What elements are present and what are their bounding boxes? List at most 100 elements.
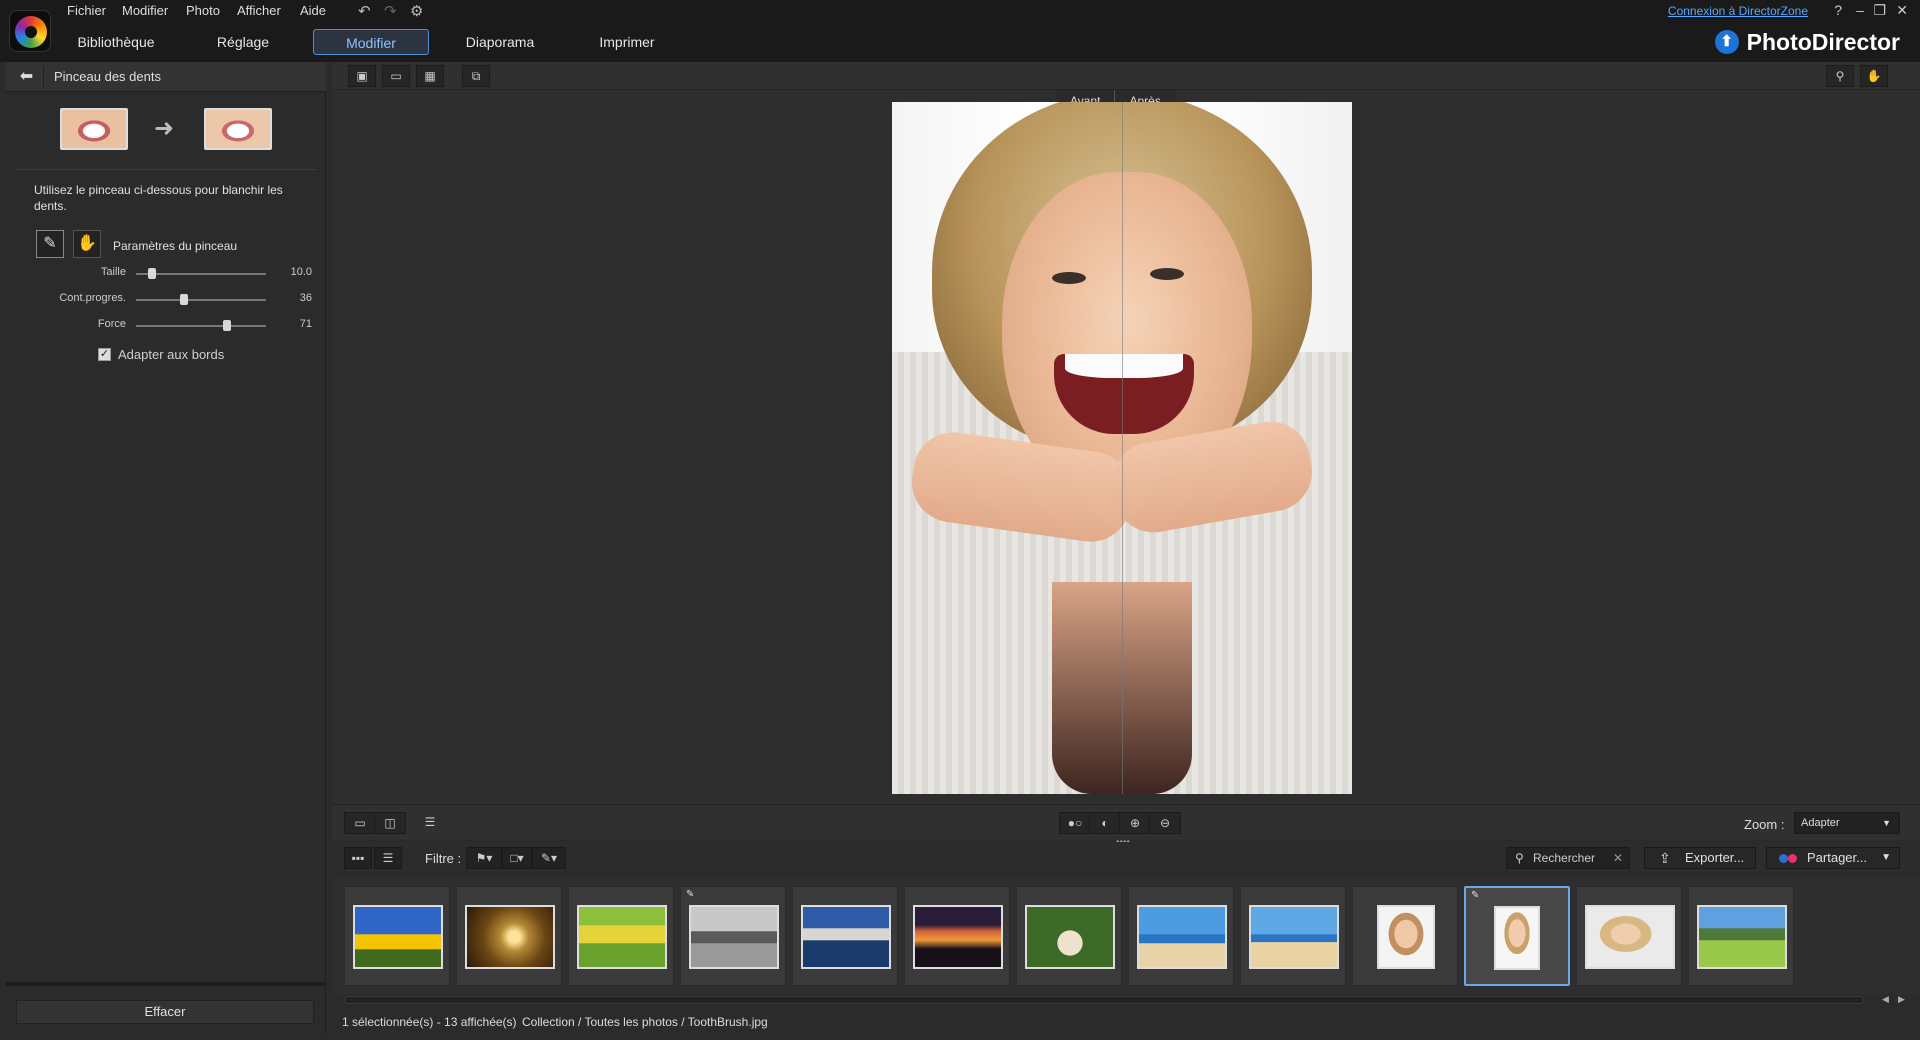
restore-icon[interactable]: ❐ xyxy=(1873,2,1886,19)
brush-icon[interactable]: ✎ xyxy=(36,230,64,258)
eraser-brush-icon[interactable]: ✋ xyxy=(73,230,101,258)
thumbnail-woman-smiling[interactable] xyxy=(1352,886,1458,986)
flag-filter-icon[interactable]: ⚑▾ xyxy=(466,847,502,869)
scroll-left-icon[interactable]: ◀ xyxy=(1882,994,1889,1005)
back-arrow-icon[interactable]: ⬅ xyxy=(10,66,44,88)
edited-photo[interactable] xyxy=(892,102,1352,794)
search-input[interactable]: ⚲ Rechercher ✕ xyxy=(1506,847,1630,869)
thumbnail-image xyxy=(913,905,1003,969)
before-after-side-icon[interactable]: ●○ xyxy=(1059,812,1091,834)
thumbnail-cat[interactable] xyxy=(1016,886,1122,986)
brand-name: PhotoDirector xyxy=(1746,28,1900,55)
menu-afficher[interactable]: Afficher xyxy=(237,3,281,18)
settings-gear-icon[interactable]: ⚙ xyxy=(410,2,423,20)
exporter-button[interactable]: ⇪ Exporter... xyxy=(1644,847,1756,869)
checkbox-label[interactable]: Adapter aux bords xyxy=(118,347,224,362)
search-placeholder: Rechercher xyxy=(1533,851,1596,865)
teeth-after-preview xyxy=(204,108,272,150)
thumbnail-image xyxy=(1585,905,1675,969)
thumbnail-sunflower[interactable] xyxy=(344,886,450,986)
tab-bibliotheque[interactable]: Bibliothèque xyxy=(62,29,170,55)
thumbnail-meadow-landscape[interactable] xyxy=(1688,886,1794,986)
thumbnail-beach-couple[interactable] xyxy=(1128,886,1234,986)
right-eye xyxy=(1150,268,1184,280)
instruction-text: Utilisez le pinceau ci-dessous pour blan… xyxy=(34,183,283,213)
tab-diaporama[interactable]: Diaporama xyxy=(456,29,544,55)
adapter-bords-checkbox[interactable]: ✓ xyxy=(98,348,111,361)
help-icon[interactable]: ? xyxy=(1834,2,1842,18)
slider-value: 71 xyxy=(299,318,312,330)
left-eye xyxy=(1052,272,1086,284)
thumbnail-sunset[interactable] xyxy=(904,886,1010,986)
tab-modifier[interactable]: Modifier xyxy=(313,29,429,55)
partager-button[interactable]: Partager... ▼ xyxy=(1766,847,1900,869)
search-icon: ⚲ xyxy=(1515,851,1524,865)
thumbnail-view-icon[interactable]: ▪▪▪ xyxy=(344,847,372,869)
tool-panel: ⬅ Pinceau des dents ➜ Utilisez le pincea… xyxy=(6,62,326,1034)
cont-progres-slider[interactable] xyxy=(136,294,266,305)
tab-imprimer[interactable]: Imprimer xyxy=(580,29,674,55)
slider-value: 36 xyxy=(299,292,312,304)
undo-icon[interactable]: ↶ xyxy=(358,2,371,20)
thumbnail-image xyxy=(577,905,667,969)
slider-thumb[interactable] xyxy=(223,320,231,331)
effacer-button[interactable]: Effacer xyxy=(16,1000,314,1024)
list-view-icon[interactable]: ☰ xyxy=(374,847,402,869)
zoom-label: Zoom : xyxy=(1744,817,1785,832)
export-icon: ⇪ xyxy=(1659,850,1671,866)
grid-view-icon[interactable]: ▦ xyxy=(416,65,444,87)
status-bar: 1 sélectionnée(s) - 13 affichée(s) Colle… xyxy=(332,1010,1920,1034)
zoom-magnifier-icon[interactable]: ⚲ xyxy=(1826,65,1854,87)
thumbnail-lake-mountain[interactable] xyxy=(792,886,898,986)
edit-filter-icon[interactable]: ✎▾ xyxy=(532,847,566,869)
photodirector-window: Fichier Modifier Photo Afficher Aide ↶ ↷… xyxy=(0,0,1920,1040)
thumbnail-image xyxy=(1137,905,1227,969)
scroll-right-icon[interactable]: ▶ xyxy=(1898,994,1905,1005)
thumbnail-beach-couple-2[interactable] xyxy=(1240,886,1346,986)
redo-icon[interactable]: ↷ xyxy=(384,2,397,20)
before-after-split-line[interactable] xyxy=(1122,102,1123,794)
pan-hand-icon[interactable]: ✋ xyxy=(1860,65,1888,87)
color-label-filter-icon[interactable]: □▾ xyxy=(502,847,532,869)
filmstrip-scrollbar[interactable] xyxy=(344,996,1864,1004)
slider-row-taille: Taille 10.0 xyxy=(6,266,326,282)
divider xyxy=(6,982,326,986)
view-options-icon[interactable]: ☰ xyxy=(414,812,446,834)
fit-view-icon[interactable]: ▣ xyxy=(348,65,376,87)
force-slider[interactable] xyxy=(136,320,266,331)
slider-thumb[interactable] xyxy=(148,268,156,279)
viewer-bottom-toolbar: ▭ ◫ ☰ ●○ ◐ ⊕ ⊖ Zoom : Adapter ▼ xyxy=(332,804,1920,840)
menu-photo[interactable]: Photo xyxy=(186,3,220,18)
thumbnail-image xyxy=(353,905,443,969)
minimize-icon[interactable]: – xyxy=(1856,2,1864,18)
close-icon[interactable]: ✕ xyxy=(1896,2,1908,19)
directorzone-login-link[interactable]: Connexion à DirectorZone xyxy=(1668,4,1808,18)
thumbnail-image xyxy=(1249,905,1339,969)
second-display-icon[interactable]: ⧉ xyxy=(462,65,490,87)
thumbnail-woman-portrait[interactable] xyxy=(1576,886,1682,986)
filter-label: Filtre : xyxy=(425,851,462,866)
thumbnail-spiral-shell[interactable] xyxy=(456,886,562,986)
split-vertical-icon[interactable]: ◐ xyxy=(1089,812,1121,834)
compare-view-icon[interactable]: ◫ xyxy=(374,812,406,834)
menu-modifier[interactable]: Modifier xyxy=(122,3,168,18)
edited-pencil-icon: ✎ xyxy=(1471,890,1480,901)
single-view-icon[interactable]: ▭ xyxy=(382,65,410,87)
selection-count: 1 sélectionnée(s) - 13 affichée(s) xyxy=(342,1015,517,1029)
taille-slider[interactable] xyxy=(136,268,266,279)
clear-search-icon[interactable]: ✕ xyxy=(1613,848,1623,868)
tab-reglage[interactable]: Réglage xyxy=(200,29,286,55)
thumbnail-woman-toothbrush[interactable]: ✎ xyxy=(1464,886,1570,986)
split-horizontal-icon[interactable]: ⊕ xyxy=(1119,812,1151,834)
split-toggle-icon[interactable]: ⊖ xyxy=(1149,812,1181,834)
thumbnail-image xyxy=(1494,906,1540,970)
thumbnail-bicycle-field[interactable] xyxy=(568,886,674,986)
dropdown-arrow-icon[interactable]: ▼ xyxy=(1881,848,1891,868)
slider-label: Force xyxy=(97,318,126,330)
menu-fichier[interactable]: Fichier xyxy=(67,3,106,18)
thumbnail-boat-bw[interactable]: ✎ xyxy=(680,886,786,986)
menu-aide[interactable]: Aide xyxy=(300,3,326,18)
slider-thumb[interactable] xyxy=(180,294,188,305)
zoom-select[interactable]: Adapter ▼ xyxy=(1794,812,1900,834)
single-image-view-icon[interactable]: ▭ xyxy=(344,812,376,834)
